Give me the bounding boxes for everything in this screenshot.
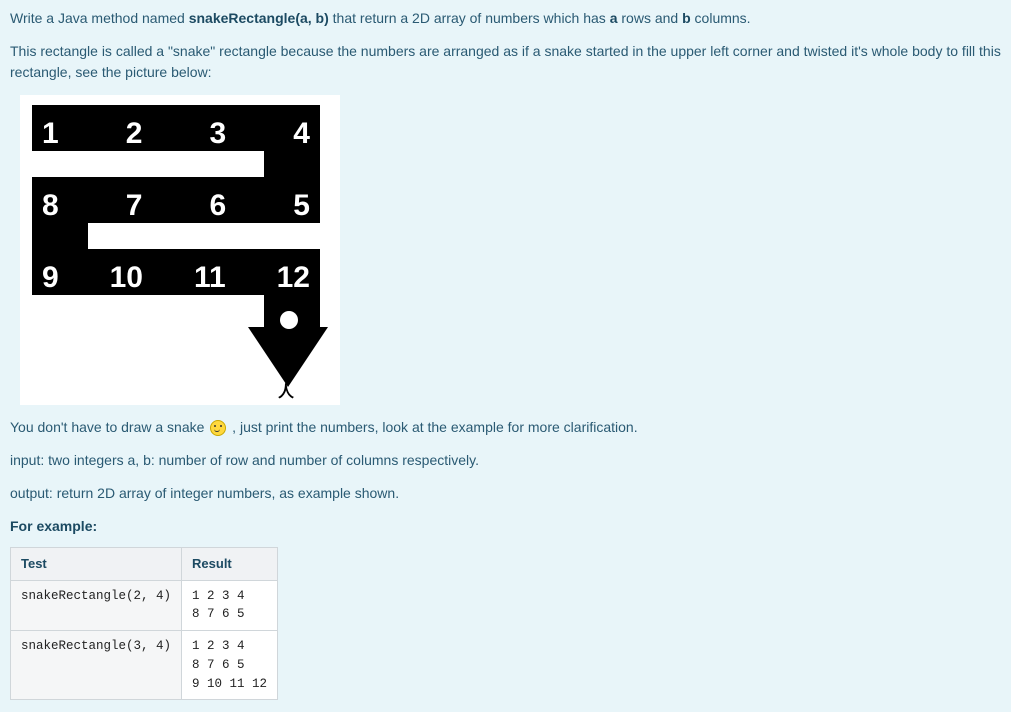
snake-cell: 8 bbox=[42, 183, 59, 228]
snake-illustration: 1 2 3 4 8 7 6 5 9 10 11 12 人 bbox=[20, 95, 340, 405]
snake-cell: 11 bbox=[194, 255, 226, 300]
snake-eye-icon bbox=[280, 311, 298, 329]
snake-cell: 10 bbox=[110, 255, 143, 300]
col-header-result: Result bbox=[182, 548, 278, 581]
after-image-line: You don't have to draw a snake , just pr… bbox=[10, 417, 1001, 438]
method-name: snakeRectangle(a, b) bbox=[189, 10, 329, 26]
snake-cell: 7 bbox=[126, 183, 143, 228]
param-a: a bbox=[610, 10, 618, 26]
input-description: input: two integers a, b: number of row … bbox=[10, 450, 1001, 471]
snake-cell: 5 bbox=[293, 183, 310, 228]
output-description: output: return 2D array of integer numbe… bbox=[10, 483, 1001, 504]
snake-tongue-icon: 人 bbox=[278, 381, 294, 405]
table-row: snakeRectangle(3, 4) 1 2 3 4 8 7 6 5 9 1… bbox=[11, 631, 278, 700]
snake-cell: 9 bbox=[42, 255, 59, 300]
text: columns. bbox=[691, 10, 751, 26]
intro-line-1: Write a Java method named snakeRectangle… bbox=[10, 8, 1001, 29]
col-header-test: Test bbox=[11, 548, 182, 581]
example-label: For example: bbox=[10, 516, 1001, 537]
snake-head-icon bbox=[248, 327, 328, 387]
example-table: Test Result snakeRectangle(2, 4) 1 2 3 4… bbox=[10, 547, 278, 700]
param-b: b bbox=[682, 10, 691, 26]
smiley-icon bbox=[210, 420, 226, 436]
text: that return a 2D array of numbers which … bbox=[329, 10, 610, 26]
test-cell: snakeRectangle(3, 4) bbox=[11, 631, 182, 700]
snake-cell: 4 bbox=[293, 111, 310, 156]
snake-cell: 1 bbox=[42, 111, 59, 156]
text: , just print the numbers, look at the ex… bbox=[228, 419, 637, 435]
table-row: snakeRectangle(2, 4) 1 2 3 4 8 7 6 5 bbox=[11, 580, 278, 631]
result-cell: 1 2 3 4 8 7 6 5 9 10 11 12 bbox=[182, 631, 278, 700]
intro-line-2: This rectangle is called a "snake" recta… bbox=[10, 41, 1001, 83]
snake-cell: 12 bbox=[277, 255, 310, 300]
test-cell: snakeRectangle(2, 4) bbox=[11, 580, 182, 631]
text: You don't have to draw a snake bbox=[10, 419, 208, 435]
result-cell: 1 2 3 4 8 7 6 5 bbox=[182, 580, 278, 631]
snake-cell: 3 bbox=[210, 111, 227, 156]
text: Write a Java method named bbox=[10, 10, 189, 26]
snake-cell: 6 bbox=[210, 183, 227, 228]
snake-cell: 2 bbox=[126, 111, 143, 156]
problem-statement: Write a Java method named snakeRectangle… bbox=[0, 0, 1011, 708]
text: rows and bbox=[618, 10, 683, 26]
